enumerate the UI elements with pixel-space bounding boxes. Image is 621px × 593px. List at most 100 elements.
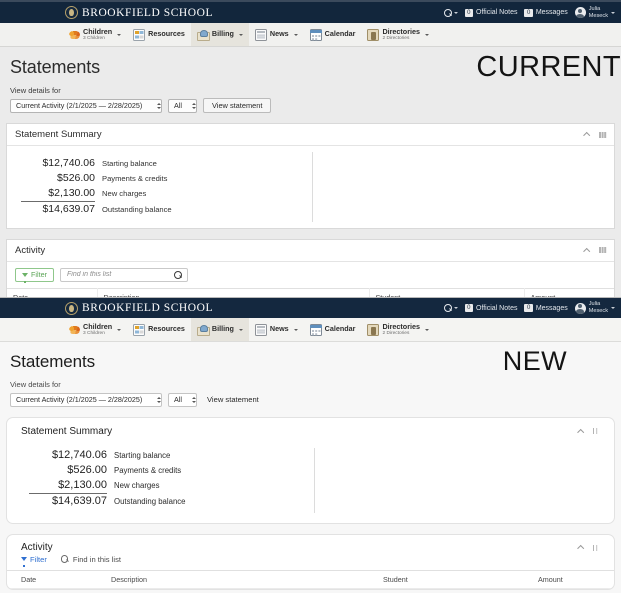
nav-label: Billing bbox=[211, 29, 234, 39]
brand-logo[interactable]: BROOKFIELD SCHOOL bbox=[65, 301, 213, 315]
messages-count: 0 bbox=[524, 304, 533, 312]
directories-icon bbox=[367, 323, 380, 336]
official-notes-link[interactable]: 0 Official Notes bbox=[464, 304, 517, 312]
collapse-icon[interactable] bbox=[577, 544, 584, 551]
activity-header: Activity bbox=[7, 240, 614, 262]
nav-item-billing[interactable]: Billing bbox=[190, 23, 249, 46]
official-notes-link[interactable]: 0 Official Notes bbox=[464, 8, 518, 17]
header-search-button[interactable] bbox=[443, 8, 458, 17]
search-input[interactable] bbox=[66, 271, 169, 278]
activity-search[interactable] bbox=[59, 267, 188, 282]
school-seal-icon bbox=[65, 6, 78, 19]
search-icon[interactable] bbox=[173, 270, 182, 279]
summary-label: Outstanding balance bbox=[102, 205, 172, 214]
column-header-student[interactable]: Student bbox=[369, 287, 525, 297]
view-statement-button[interactable]: View statement bbox=[203, 392, 263, 407]
nav-item-news[interactable]: News bbox=[249, 23, 304, 46]
header-search-button[interactable] bbox=[443, 304, 458, 312]
search-input[interactable] bbox=[72, 554, 183, 564]
official-notes-count: 0 bbox=[464, 8, 473, 17]
nav-item-billing[interactable]: Billing bbox=[190, 318, 249, 341]
official-notes-count: 0 bbox=[464, 304, 473, 312]
messages-label: Messages bbox=[535, 304, 568, 312]
view-statement-button[interactable]: View statement bbox=[203, 98, 272, 113]
nav-sublabel: 3 Children bbox=[83, 36, 105, 41]
activity-card: Activity Filter Find in this list Date D… bbox=[6, 238, 615, 297]
chevron-down-icon bbox=[453, 307, 458, 309]
statement-summary-title: Statement Summary bbox=[15, 129, 102, 140]
user-last-name: Meseck bbox=[588, 308, 608, 314]
nav-item-children[interactable]: Children 3 Children bbox=[62, 23, 127, 46]
summary-amount: $526.00 bbox=[57, 171, 95, 184]
brand-logo[interactable]: BROOKFIELD SCHOOL bbox=[65, 6, 213, 19]
column-header-date[interactable]: Date bbox=[7, 569, 97, 589]
column-header-description[interactable]: Description bbox=[97, 569, 369, 589]
columns-icon[interactable] bbox=[593, 428, 600, 435]
summary-divider bbox=[314, 448, 315, 513]
collapse-icon[interactable] bbox=[583, 247, 590, 254]
filter-icon bbox=[21, 557, 27, 568]
columns-icon[interactable] bbox=[599, 247, 606, 254]
filter-label: Filter bbox=[30, 554, 47, 564]
statement-summary-header: Statement Summary bbox=[7, 418, 614, 444]
chevron-down-icon bbox=[117, 33, 122, 36]
scope-select[interactable]: All bbox=[168, 392, 197, 407]
period-select[interactable]: Current Activity (2/1/2025 — 2/28/2025) bbox=[10, 98, 162, 113]
chevron-down-icon bbox=[293, 33, 298, 36]
chevron-down-icon bbox=[425, 33, 429, 36]
activity-search[interactable] bbox=[60, 554, 183, 564]
period-select[interactable]: Current Activity (2/1/2025 — 2/28/2025) bbox=[10, 392, 162, 407]
search-icon bbox=[443, 304, 452, 312]
official-notes-label: Official Notes bbox=[475, 9, 518, 16]
summary-amount: $2,130.00 bbox=[29, 477, 107, 494]
period-select-value: Current Activity (2/1/2025 — 2/28/2025) bbox=[16, 395, 143, 404]
statement-summary-card: Statement Summary $12,740.06 Starting ba… bbox=[6, 417, 615, 524]
messages-link[interactable]: 0 Messages bbox=[524, 8, 568, 17]
nav-label: Billing bbox=[211, 324, 234, 334]
page-content: CURRENT Statements View details for Curr… bbox=[0, 47, 621, 297]
nav-item-calendar[interactable]: Calendar bbox=[304, 318, 362, 341]
collapse-icon[interactable] bbox=[583, 131, 590, 138]
columns-icon[interactable] bbox=[599, 131, 606, 138]
activity-toolbar: Filter bbox=[7, 262, 614, 288]
column-header-student[interactable]: Student bbox=[369, 569, 524, 589]
columns-icon[interactable] bbox=[593, 544, 600, 551]
statement-summary-header: Statement Summary bbox=[7, 124, 614, 146]
brand-name: BROOKFIELD SCHOOL bbox=[82, 6, 214, 19]
column-header-date[interactable]: Date bbox=[7, 287, 98, 297]
user-menu[interactable]: Julia Meseck bbox=[574, 6, 615, 20]
nav-item-resources[interactable]: Resources bbox=[127, 23, 191, 46]
messages-count: 0 bbox=[524, 8, 533, 17]
chevron-down-icon bbox=[238, 33, 243, 36]
summary-row: $2,130.00 New charges bbox=[21, 185, 172, 202]
filter-button[interactable]: Filter bbox=[15, 267, 54, 283]
school-seal-icon bbox=[65, 301, 78, 315]
scope-select[interactable]: All bbox=[168, 98, 197, 113]
main-navigation: Children 3 Children Resources Billing Ne… bbox=[0, 23, 621, 47]
activity-toolbar: Filter bbox=[7, 554, 614, 570]
messages-link[interactable]: 0 Messages bbox=[524, 304, 568, 312]
nav-item-children[interactable]: Children 3 Children bbox=[62, 318, 127, 341]
nav-item-calendar[interactable]: Calendar bbox=[304, 23, 362, 46]
summary-amount: $14,639.07 bbox=[42, 203, 95, 215]
column-header-amount[interactable]: Amount bbox=[524, 287, 614, 297]
nav-item-news[interactable]: News bbox=[249, 318, 304, 341]
nav-item-resources[interactable]: Resources bbox=[127, 318, 191, 341]
calendar-icon bbox=[309, 323, 322, 336]
nav-item-directories[interactable]: Directories 2 Directories bbox=[361, 318, 435, 341]
statement-summary-body: $12,740.06 Starting balance $526.00 Paym… bbox=[7, 444, 614, 523]
search-icon[interactable] bbox=[60, 555, 69, 563]
children-icon bbox=[68, 324, 80, 336]
activity-card: Activity Filter Find in this list Date D… bbox=[6, 533, 615, 590]
nav-label: News bbox=[269, 29, 289, 39]
column-header-description[interactable]: Description bbox=[97, 287, 370, 297]
brand-header-bar: BROOKFIELD SCHOOL 0 Official Notes 0 Mes… bbox=[0, 2, 621, 23]
user-menu[interactable]: Julia Meseck bbox=[574, 301, 615, 315]
nav-label: Directories bbox=[382, 26, 420, 36]
collapse-icon[interactable] bbox=[577, 428, 584, 435]
summary-row: $526.00 Payments & credits bbox=[29, 462, 186, 477]
summary-row: $14,639.07 Outstanding balance bbox=[21, 202, 172, 217]
column-header-amount[interactable]: Amount bbox=[524, 569, 614, 589]
nav-item-directories[interactable]: Directories 2 Directories bbox=[361, 23, 435, 46]
filter-button[interactable]: Filter bbox=[21, 554, 47, 568]
